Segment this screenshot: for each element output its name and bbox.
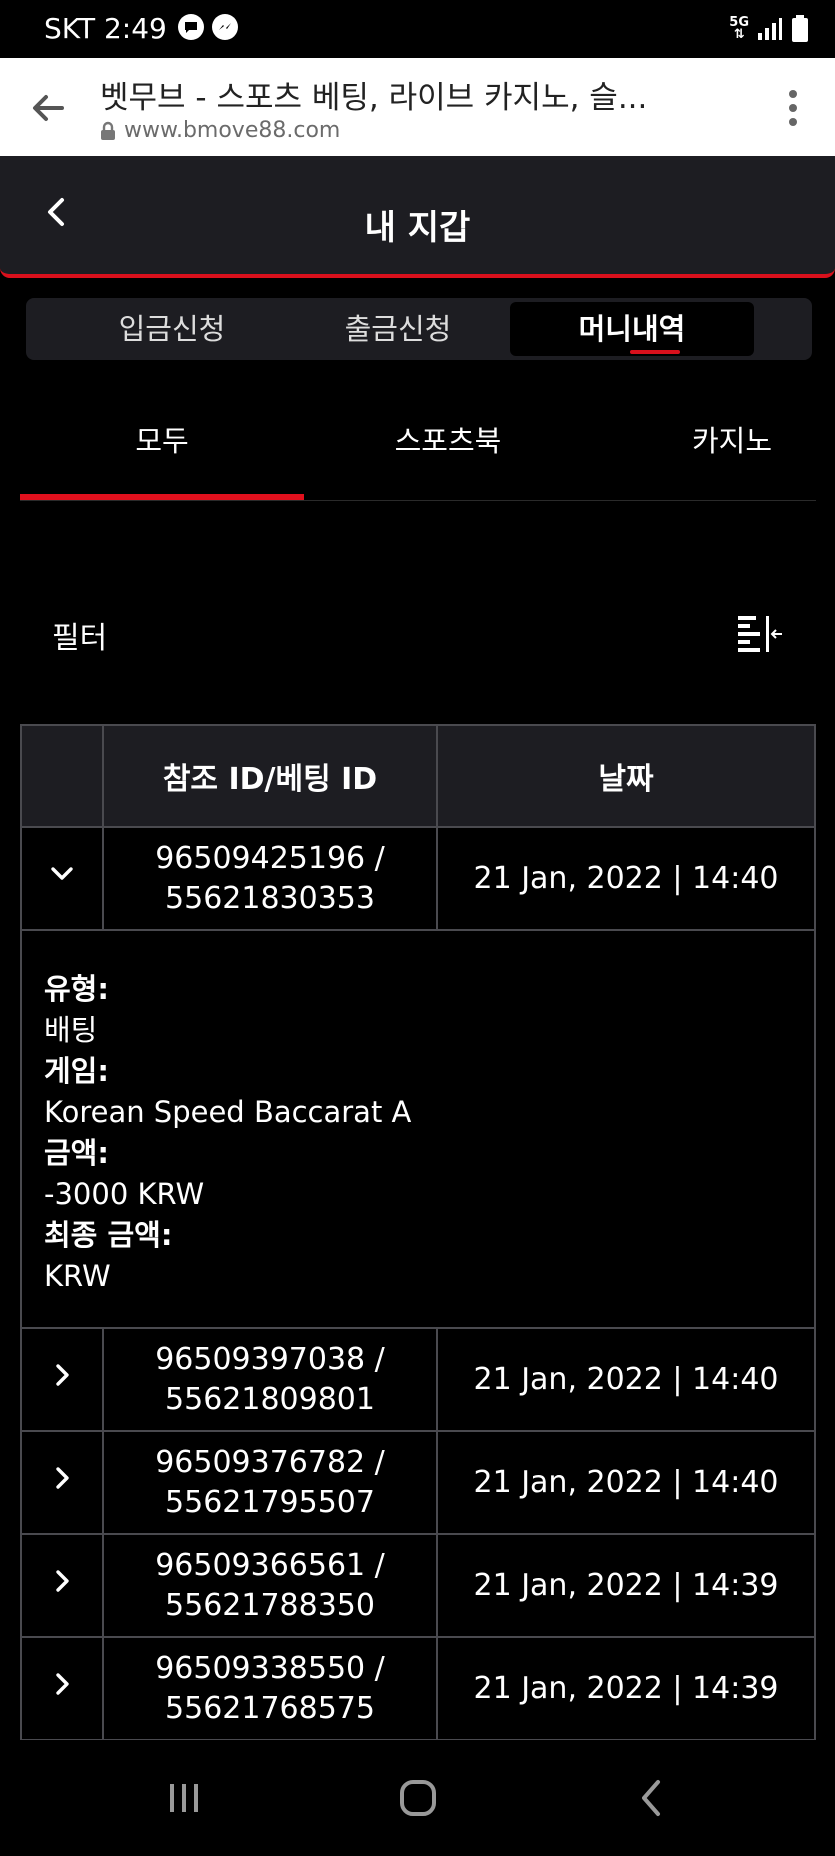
chevron-right-icon[interactable]	[48, 1567, 76, 1595]
table-row[interactable]: 96509338550 / 55621768575 21 Jan, 2022 | …	[20, 1636, 816, 1741]
chevron-right-icon[interactable]	[48, 1670, 76, 1698]
row-date: 21 Jan, 2022 | 14:40	[436, 826, 816, 931]
row-ids: 96509425196 / 55621830353	[102, 826, 438, 931]
more-vert-icon[interactable]	[787, 88, 799, 128]
ref-id: 96509366561 /	[155, 1547, 385, 1583]
detail-game-value: Korean Speed Baccarat A	[44, 1095, 412, 1129]
table-row[interactable]: 96509376782 / 55621795507 21 Jan, 2022 | …	[20, 1430, 816, 1535]
network-badge: 5G ⇅	[729, 15, 749, 42]
address-bar[interactable]: www.bmove88.com	[100, 118, 340, 143]
row-toggle[interactable]	[20, 826, 104, 931]
filter-icon[interactable]	[736, 614, 784, 654]
bet-id: 55621788350	[165, 1587, 375, 1623]
table-row[interactable]: 96509366561 / 55621788350 21 Jan, 2022 | …	[20, 1533, 816, 1638]
detail-panel: 유형: 배팅 게임: Korean Speed Baccarat A 금액: -…	[20, 929, 816, 1329]
ref-id: 96509425196 /	[155, 840, 385, 876]
chevron-right-icon[interactable]	[48, 1464, 76, 1492]
ref-id: 96509376782 /	[155, 1444, 385, 1480]
status-indicators: 5G ⇅	[729, 12, 809, 46]
browser-bar: 벳무브 - 스포츠 베팅, 라이브 카지노, 슬... www.bmove88.…	[0, 58, 835, 156]
tab-deposit-request[interactable]: 입금신청	[60, 298, 284, 360]
bet-id: 55621809801	[165, 1381, 375, 1417]
row-date: 21 Jan, 2022 | 14:40	[436, 1430, 816, 1535]
page-title: 내 지갑	[364, 208, 471, 248]
browser-url: www.bmove88.com	[124, 118, 341, 143]
active-tab-underline	[630, 350, 680, 354]
messenger-icon	[212, 14, 238, 40]
wallet-segment-tabs: 입금신청 출금신청 머니내역	[26, 298, 812, 360]
detail-amount-label: 금액:	[44, 1136, 109, 1170]
home-icon[interactable]	[396, 1776, 440, 1820]
filter-label: 필터	[52, 621, 108, 656]
detail-type-label: 유형:	[44, 972, 109, 1006]
row-date: 21 Jan, 2022 | 14:39	[436, 1533, 816, 1638]
row-ids: 96509338550 / 55621768575	[102, 1636, 438, 1741]
row-toggle[interactable]	[20, 1636, 104, 1741]
category-tab-all[interactable]: 모두	[20, 418, 304, 460]
browser-page-title: 벳무브 - 스포츠 베팅, 라이브 카지노, 슬...	[100, 80, 648, 116]
ref-id: 96509397038 /	[155, 1341, 385, 1377]
chevron-down-icon[interactable]	[48, 860, 76, 888]
row-date: 21 Jan, 2022 | 14:40	[436, 1327, 816, 1432]
detail-amount-value: -3000 KRW	[44, 1177, 205, 1211]
chevron-right-icon[interactable]	[48, 1361, 76, 1389]
status-bar: SKT 2:49 5G ⇅	[0, 0, 835, 58]
system-nav-bar	[0, 1740, 835, 1856]
detail-game-label: 게임:	[44, 1054, 109, 1088]
money-history-table: 참조 ID/베팅 ID 날짜 96509425196 / 55621830353 …	[20, 724, 816, 1741]
nav-back-icon[interactable]	[630, 1776, 674, 1820]
app-header: 내 지갑	[0, 156, 835, 278]
detail-final-label: 최종 금액:	[44, 1218, 173, 1252]
table-header-row: 참조 ID/베팅 ID 날짜	[20, 724, 816, 828]
category-divider	[20, 500, 816, 501]
row-toggle[interactable]	[20, 1430, 104, 1535]
category-tab-sportsbook[interactable]: 스포츠북	[326, 418, 570, 460]
table-row[interactable]: 96509425196 / 55621830353 21 Jan, 2022 | …	[20, 826, 816, 931]
row-ids: 96509397038 / 55621809801	[102, 1327, 438, 1432]
tab-withdraw-request[interactable]: 출금신청	[286, 298, 510, 360]
row-date: 21 Jan, 2022 | 14:39	[436, 1636, 816, 1741]
battery-icon	[792, 15, 808, 42]
row-ids: 96509376782 / 55621795507	[102, 1430, 438, 1535]
chat-bubble-icon	[178, 14, 204, 40]
bet-id: 55621795507	[165, 1484, 375, 1520]
lock-icon	[101, 121, 115, 140]
header-date: 날짜	[436, 724, 816, 828]
row-toggle[interactable]	[20, 1533, 104, 1638]
bet-id: 55621768575	[165, 1690, 375, 1726]
header-ref-id: 참조 ID/베팅 ID	[102, 724, 438, 828]
detail-row: 유형: 배팅 게임: Korean Speed Baccarat A 금액: -…	[20, 929, 816, 1329]
status-time: SKT 2:49	[44, 12, 167, 45]
active-category-indicator	[20, 494, 304, 500]
category-tab-casino[interactable]: 카지노	[612, 418, 835, 460]
table-row[interactable]: 96509397038 / 55621809801 21 Jan, 2022 | …	[20, 1327, 816, 1432]
row-ids: 96509366561 / 55621788350	[102, 1533, 438, 1638]
back-arrow-icon[interactable]	[28, 88, 68, 128]
bet-id: 55621830353	[165, 880, 375, 916]
signal-icon	[758, 18, 782, 40]
header-expand	[20, 724, 104, 828]
detail-final-value: KRW	[44, 1259, 111, 1293]
ref-id: 96509338550 /	[155, 1650, 385, 1686]
recent-apps-icon[interactable]	[162, 1776, 206, 1820]
detail-type-value: 배팅	[44, 1013, 98, 1047]
row-toggle[interactable]	[20, 1327, 104, 1432]
